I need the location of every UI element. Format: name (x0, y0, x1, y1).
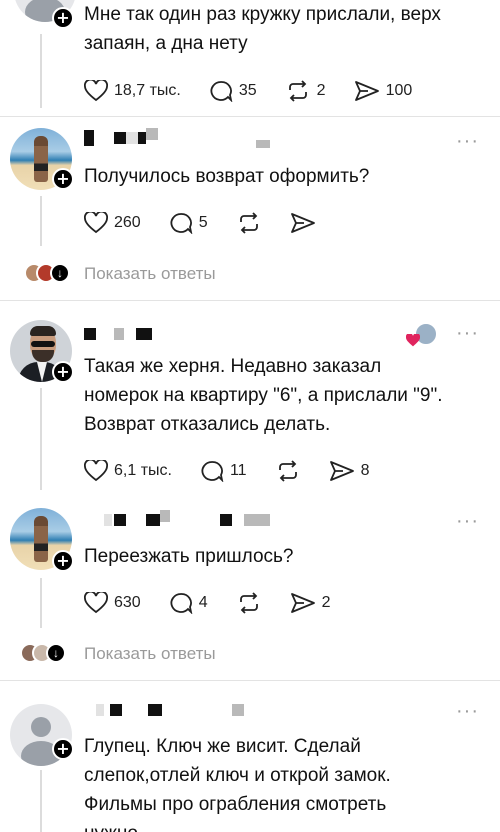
comment-actions: 630 4 2 (84, 590, 359, 616)
repost-icon (278, 460, 297, 482)
divider (0, 116, 500, 117)
like-button[interactable]: 6,1 тыс. (84, 460, 172, 482)
follow-plus-icon[interactable]: + (52, 361, 74, 383)
username-redacted[interactable] (84, 128, 274, 148)
thread-line (40, 196, 42, 246)
share-icon (329, 461, 354, 481)
comment-icon (210, 81, 233, 102)
reply-button[interactable]: 35 (209, 80, 257, 102)
repost-icon (239, 592, 258, 614)
reply-button[interactable]: 4 (169, 592, 208, 614)
share-icon (290, 213, 315, 233)
comment-text: Переезжать пришлось? (84, 546, 294, 567)
more-icon[interactable]: ··· (456, 511, 479, 531)
more-icon[interactable]: ··· (456, 323, 479, 343)
share-count: 100 (385, 82, 413, 99)
repost-count: 2 (316, 82, 326, 99)
like-button[interactable]: 260 (84, 212, 141, 234)
reply-count: 11 (229, 462, 247, 479)
reply-count: 5 (198, 214, 208, 231)
repost-button[interactable] (236, 212, 262, 234)
comment-actions: 6,1 тыс. 11 8 (84, 458, 397, 484)
comment-actions: 18,7 тыс. 35 2 100 (84, 78, 440, 104)
follow-plus-icon[interactable]: + (52, 7, 74, 29)
comment-text: Глупец. Ключ же висит. Сделай слепок,отл… (84, 736, 391, 832)
reply-count: 4 (198, 594, 208, 611)
comment-actions: 260 5 (84, 210, 344, 236)
comment-text: Мне так один раз кружку прислали, верх з… (84, 4, 441, 54)
username-redacted[interactable] (84, 700, 254, 718)
comment-text: Получилось возврат оформить? (84, 166, 370, 187)
heart-icon (84, 80, 108, 102)
like-button[interactable]: 18,7 тыс. (84, 80, 181, 102)
share-button[interactable]: 100 (354, 80, 413, 102)
share-button[interactable] (290, 212, 316, 234)
like-count: 6,1 тыс. (114, 462, 172, 479)
repost-icon (239, 212, 258, 234)
share-icon (354, 81, 379, 101)
chevron-down-icon: ↓ (46, 643, 66, 663)
chevron-down-icon: ↓ (50, 263, 70, 283)
divider (0, 300, 500, 301)
show-replies-link[interactable]: Показать ответы (84, 644, 216, 664)
repost-button[interactable] (275, 460, 301, 482)
share-count: 8 (360, 462, 370, 479)
reply-button[interactable]: 11 (200, 460, 247, 482)
comment-icon (170, 593, 193, 614)
share-button[interactable]: 8 (329, 460, 370, 482)
share-count: 2 (321, 594, 331, 611)
thread-line (40, 578, 42, 628)
comment-icon (170, 213, 193, 234)
follow-plus-icon[interactable]: + (52, 550, 74, 572)
more-icon[interactable]: ··· (456, 701, 479, 721)
like-count: 18,7 тыс. (114, 82, 181, 99)
divider (0, 680, 500, 681)
like-button[interactable]: 630 (84, 592, 141, 614)
more-icon[interactable]: ··· (456, 131, 479, 151)
username-redacted[interactable] (84, 324, 164, 342)
like-count: 630 (114, 594, 141, 611)
heart-icon (84, 212, 108, 234)
comment-icon (201, 461, 224, 482)
thread-line (40, 388, 42, 490)
share-icon (290, 593, 315, 613)
reply-avatars[interactable]: ↓ (20, 643, 74, 665)
reply-avatars[interactable]: ↓ (24, 263, 74, 285)
follow-plus-icon[interactable]: + (52, 738, 74, 760)
like-count: 260 (114, 214, 141, 231)
reply-count: 35 (238, 82, 257, 99)
reply-button[interactable]: 5 (169, 212, 208, 234)
thread-line (40, 34, 42, 108)
follow-plus-icon[interactable]: + (52, 168, 74, 190)
repost-button[interactable] (236, 592, 262, 614)
username-redacted[interactable] (84, 510, 274, 528)
show-replies-link[interactable]: Показать ответы (84, 264, 216, 284)
share-button[interactable]: 2 (290, 592, 331, 614)
heart-icon (84, 460, 108, 482)
heart-icon (406, 334, 420, 347)
repost-button[interactable]: 2 (285, 80, 326, 102)
comment-text: Такая же херня. Недавно заказал номерок … (84, 356, 443, 435)
heart-icon (84, 592, 108, 614)
thread-line (40, 770, 42, 832)
repost-icon (288, 80, 307, 102)
